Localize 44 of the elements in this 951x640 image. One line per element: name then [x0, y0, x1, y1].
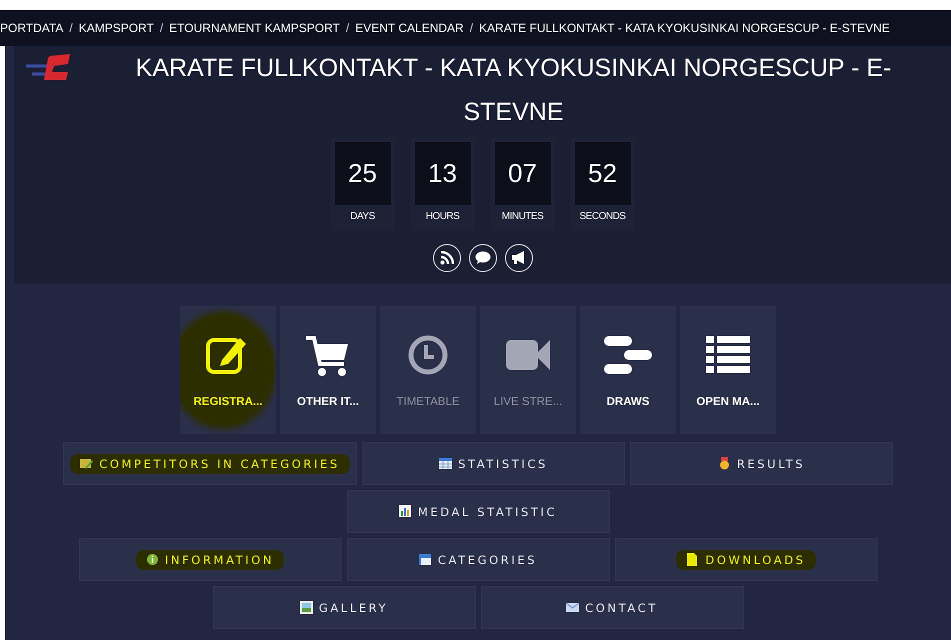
- countdown-label: SECONDS: [580, 210, 626, 224]
- megaphone-icon: [510, 251, 526, 265]
- picture-icon: [300, 601, 313, 614]
- countdown-value: 07: [494, 142, 550, 205]
- breadcrumb-separator: /: [470, 21, 474, 35]
- breadcrumb-separator: /: [346, 21, 350, 35]
- rss-button[interactable]: [432, 244, 460, 272]
- countdown-label: MINUTES: [502, 210, 544, 224]
- speech-bubble-icon: [474, 251, 490, 265]
- document-icon: [686, 553, 700, 566]
- menu-button[interactable]: GALLERY: [212, 586, 476, 629]
- breadcrumb-link[interactable]: PORTDATA: [0, 21, 64, 35]
- event-title: KARATE FULLKONTAKT - KATA KYOKUSINKAI NORGESCUP - E-STEVNE: [134, 53, 892, 128]
- breadcrumb-separator: /: [69, 21, 73, 35]
- menu-tile[interactable]: REGISTRA...: [180, 306, 276, 434]
- envelope-icon: [566, 601, 580, 614]
- menu-tile[interactable]: DRAWS: [580, 306, 676, 434]
- menu-button[interactable]: MEDAL STATISTIC: [346, 490, 610, 533]
- medal-icon: [718, 457, 731, 470]
- menu-button[interactable]: CATEGORIES: [346, 538, 610, 581]
- menu-tile[interactable]: OPEN MA...: [680, 306, 776, 434]
- breadcrumb-link[interactable]: KAMPSPORT: [78, 21, 154, 35]
- menu-button[interactable]: STATISTICS: [362, 442, 625, 485]
- countdown-value: 52: [574, 142, 630, 205]
- menu-button[interactable]: INFORMATION: [78, 538, 342, 581]
- chart-icon: [398, 505, 412, 518]
- info-icon: [146, 553, 159, 566]
- countdown-value: 13: [414, 142, 470, 205]
- menu-button[interactable]: DOWNLOADS: [614, 538, 878, 581]
- breadcrumb-link[interactable]: KARATE FULLKONTAKT - KATA KYOKUSINKAI NORGESCUP - E-STEVNE: [479, 21, 890, 35]
- breadcrumb-separator: /: [160, 21, 164, 35]
- chat-button[interactable]: [468, 244, 496, 272]
- menu-button[interactable]: COMPETITORS IN CATEGORIES: [63, 442, 357, 485]
- menu-button[interactable]: CONTACT: [480, 586, 744, 629]
- countdown-label: DAYS: [350, 210, 375, 224]
- megaphone-button[interactable]: [504, 244, 532, 272]
- breadcrumb-link[interactable]: EVENT CALENDAR: [355, 21, 464, 35]
- countdown-label: HOURS: [426, 210, 460, 224]
- menu-button[interactable]: RESULTS: [630, 442, 893, 485]
- countdown-value: 25: [334, 142, 390, 205]
- table-icon: [439, 457, 452, 470]
- rss-icon: [440, 251, 454, 265]
- menu-tile[interactable]: OTHER IT...: [280, 306, 376, 434]
- breadcrumb-link[interactable]: ETOURNAMENT KAMPSPORT: [169, 21, 340, 35]
